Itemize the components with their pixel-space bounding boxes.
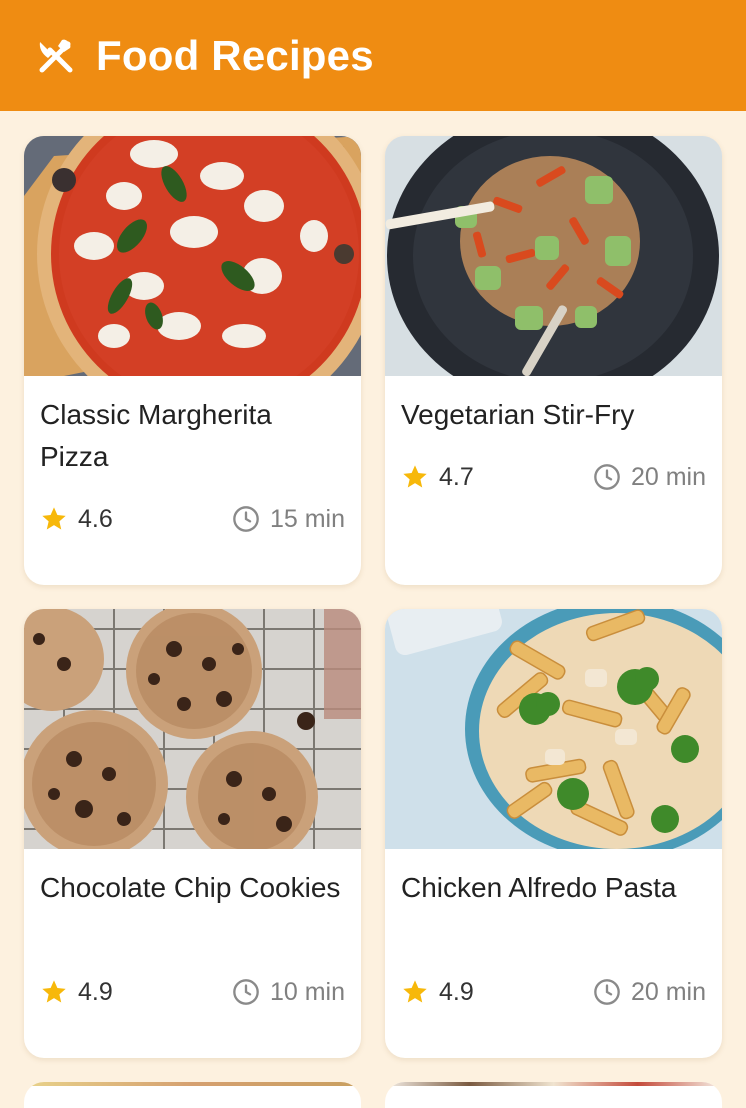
recipe-card[interactable]: Chocolate Chip Cookies 4.9 10 min	[24, 609, 361, 1058]
rating: 4.7	[401, 463, 474, 492]
rating: 4.9	[40, 978, 113, 1007]
recipe-title: Chocolate Chip Cookies	[40, 872, 341, 903]
time-value: 20 min	[630, 977, 706, 1006]
recipe-meta: 4.7 20 min	[401, 459, 706, 495]
recipe-card-partial[interactable]	[24, 1082, 361, 1108]
margherita-pizza-photo	[24, 136, 361, 376]
recipe-card-partial[interactable]	[385, 1082, 722, 1108]
recipe-card[interactable]: Vegetarian Stir-Fry 4.7 20 min	[385, 136, 722, 585]
cook-time: 20 min	[593, 463, 706, 492]
cook-time: 15 min	[232, 505, 345, 534]
recipe-title: Classic Margherita Pizza	[40, 399, 272, 472]
star-icon	[403, 980, 427, 1003]
clock-icon	[594, 464, 620, 490]
stir-fry-photo	[385, 136, 722, 376]
time-value: 20 min	[630, 462, 706, 491]
recipe-meta: 4.6 15 min	[40, 501, 345, 537]
card-image-edge	[24, 1082, 361, 1086]
cook-time: 20 min	[593, 978, 706, 1007]
recipe-meta: 4.9 10 min	[40, 974, 345, 1010]
recipe-meta: 4.9 20 min	[401, 974, 706, 1010]
rating-value: 4.6	[78, 504, 113, 533]
star-icon	[42, 507, 66, 530]
recipe-card[interactable]: Classic Margherita Pizza 4.6 15 min	[24, 136, 361, 585]
time-value: 15 min	[269, 504, 345, 533]
recipe-card[interactable]: Chicken Alfredo Pasta 4.9 20 min	[385, 609, 722, 1058]
clock-icon	[233, 506, 259, 532]
rating: 4.9	[401, 978, 474, 1007]
clock-icon	[594, 979, 620, 1005]
star-icon	[42, 980, 66, 1003]
rating-value: 4.9	[439, 977, 474, 1006]
star-icon	[403, 465, 427, 488]
rating: 4.6	[40, 505, 113, 534]
app-title: Food Recipes	[96, 31, 374, 79]
rating-value: 4.9	[78, 977, 113, 1006]
cook-time: 10 min	[232, 978, 345, 1007]
recipe-title: Vegetarian Stir-Fry	[401, 399, 635, 430]
rating-value: 4.7	[439, 462, 474, 491]
recipe-title: Chicken Alfredo Pasta	[401, 872, 677, 903]
clock-icon	[233, 979, 259, 1005]
card-image-edge	[385, 1082, 722, 1086]
fork-knife-icon	[36, 36, 76, 76]
cookies-photo	[24, 609, 361, 849]
app-bar: Food Recipes	[0, 0, 746, 111]
time-value: 10 min	[269, 977, 345, 1006]
alfredo-pasta-photo	[385, 609, 722, 849]
